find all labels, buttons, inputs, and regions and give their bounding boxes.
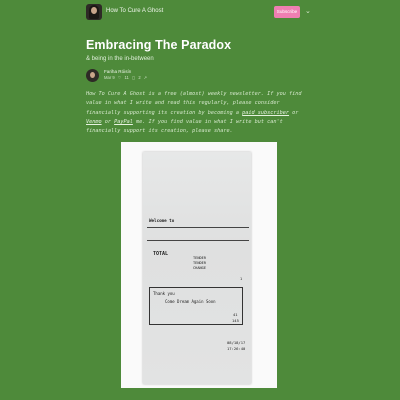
author-avatar[interactable] bbox=[86, 69, 99, 82]
receipt-tender-1: TENDER bbox=[193, 256, 206, 260]
receipt-total: TOTAL bbox=[153, 251, 169, 257]
receipt-num-2: 145 bbox=[232, 318, 239, 323]
post-date: Mar 9 bbox=[104, 75, 115, 80]
comment-icon[interactable]: ◻ bbox=[132, 75, 135, 80]
paypal-link[interactable]: PayPal bbox=[114, 119, 133, 125]
comment-count: 2 bbox=[138, 75, 141, 80]
receipt-thank-you: Thank you bbox=[153, 291, 175, 296]
subscribe-button[interactable]: Subscribe bbox=[274, 6, 300, 18]
venmo-link[interactable]: Venmo bbox=[86, 119, 102, 125]
receipt-time: 17:26:40 bbox=[227, 346, 246, 351]
receipt-tender-2: TENDER bbox=[193, 261, 206, 265]
heart-icon[interactable]: ♡ bbox=[118, 75, 122, 80]
post-subtitle: & being in the in-between bbox=[86, 56, 154, 62]
top-bar: How To Cure A Ghost Subscribe ⌄ bbox=[0, 0, 400, 26]
chevron-down-icon[interactable]: ⌄ bbox=[305, 8, 311, 15]
receipt-welcome: Welcome to bbox=[149, 218, 175, 223]
receipt-num-1: 41 bbox=[233, 312, 238, 317]
intro-paragraph: How To Cure A Ghost is a free (almost) w… bbox=[86, 91, 302, 135]
receipt-paper: Welcome to TOTAL TENDER TENDER CHANGE 1 … bbox=[143, 152, 251, 384]
receipt-divider bbox=[147, 240, 249, 241]
share-icon[interactable]: ↗ bbox=[144, 75, 148, 80]
receipt-come-again: Come Dream Again Soon bbox=[165, 299, 216, 304]
paid-subscriber-link[interactable]: paid subscriber bbox=[242, 110, 289, 116]
author-name[interactable]: Fariha Róisín bbox=[104, 69, 131, 74]
like-count: 11 bbox=[124, 75, 129, 80]
post-meta: Mar 9 ♡ 11 ◻ 2 ↗ bbox=[104, 75, 150, 80]
receipt-value: 1 bbox=[240, 277, 243, 281]
receipt-change: CHANGE bbox=[193, 266, 206, 270]
publication-logo[interactable] bbox=[86, 4, 102, 20]
receipt-divider bbox=[147, 227, 249, 228]
receipt-date: 08/18/17 bbox=[227, 340, 246, 345]
publication-name[interactable]: How To Cure A Ghost bbox=[106, 8, 163, 14]
post-title: Embracing The Paradox bbox=[86, 38, 232, 52]
